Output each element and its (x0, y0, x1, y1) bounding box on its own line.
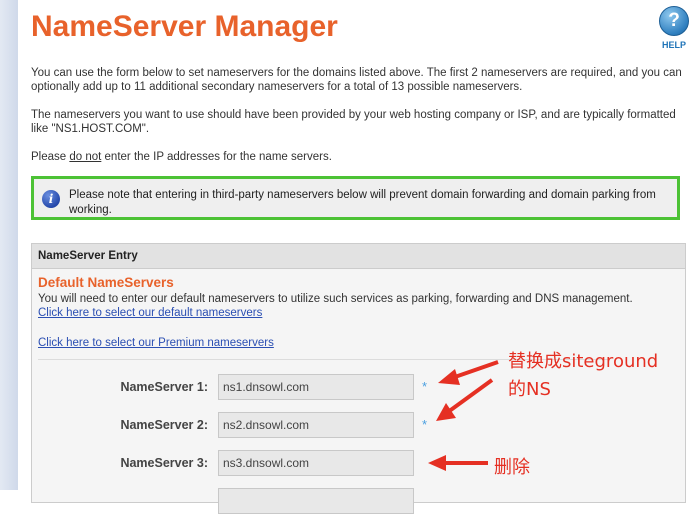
left-sidebar-strip (0, 0, 18, 490)
default-nameservers-description: You will need to enter our default names… (38, 293, 633, 305)
select-default-nameservers-link[interactable]: Click here to select our default nameser… (38, 307, 262, 319)
nameserver-1-required-marker: * (422, 379, 428, 394)
warning-note-box: i Please note that entering in third-par… (31, 176, 680, 220)
p3-after: enter the IP addresses for the name serv… (101, 151, 332, 163)
annotation-replace-line1: 替换成siteground (508, 351, 659, 372)
nameserver-3-label: NameServer 3: (120, 456, 208, 470)
info-icon: i (42, 190, 60, 208)
intro-paragraph-2: The nameservers you want to use should h… (31, 109, 676, 135)
do-not-emphasis: do not (69, 151, 102, 163)
help-label[interactable]: HELP (656, 40, 692, 50)
default-nameservers-title: Default NameServers (38, 275, 174, 290)
select-premium-nameservers-link[interactable]: Click here to select our Premium nameser… (38, 337, 274, 349)
annotation-delete: 删除 (494, 457, 530, 478)
nameserver-2-label: NameServer 2: (120, 418, 208, 432)
nameserver-entry-panel: NameServer Entry Default NameServers You… (31, 243, 686, 514)
intro-paragraph-1: You can use the form below to set namese… (31, 67, 682, 93)
help-icon[interactable]: ? (659, 6, 689, 36)
panel-header: NameServer Entry (32, 244, 685, 269)
p3-before: Please (31, 151, 70, 163)
nameserver-1-label: NameServer 1: (120, 380, 208, 394)
nameserver-4-input[interactable] (218, 488, 414, 514)
page-title: NameServer Manager (31, 10, 338, 43)
warning-note-text: Please note that entering in third-party… (69, 189, 656, 216)
nameserver-2-input[interactable] (218, 412, 414, 438)
nameserver-1-input[interactable] (218, 374, 414, 400)
annotation-replace-line2: 的NS (508, 379, 551, 400)
help-button[interactable]: ? HELP (656, 6, 692, 50)
intro-paragraph-3: Please do not enter the IP addresses for… (31, 150, 691, 164)
nameserver-2-required-marker: * (422, 417, 428, 432)
nameserver-3-input[interactable] (218, 450, 414, 476)
